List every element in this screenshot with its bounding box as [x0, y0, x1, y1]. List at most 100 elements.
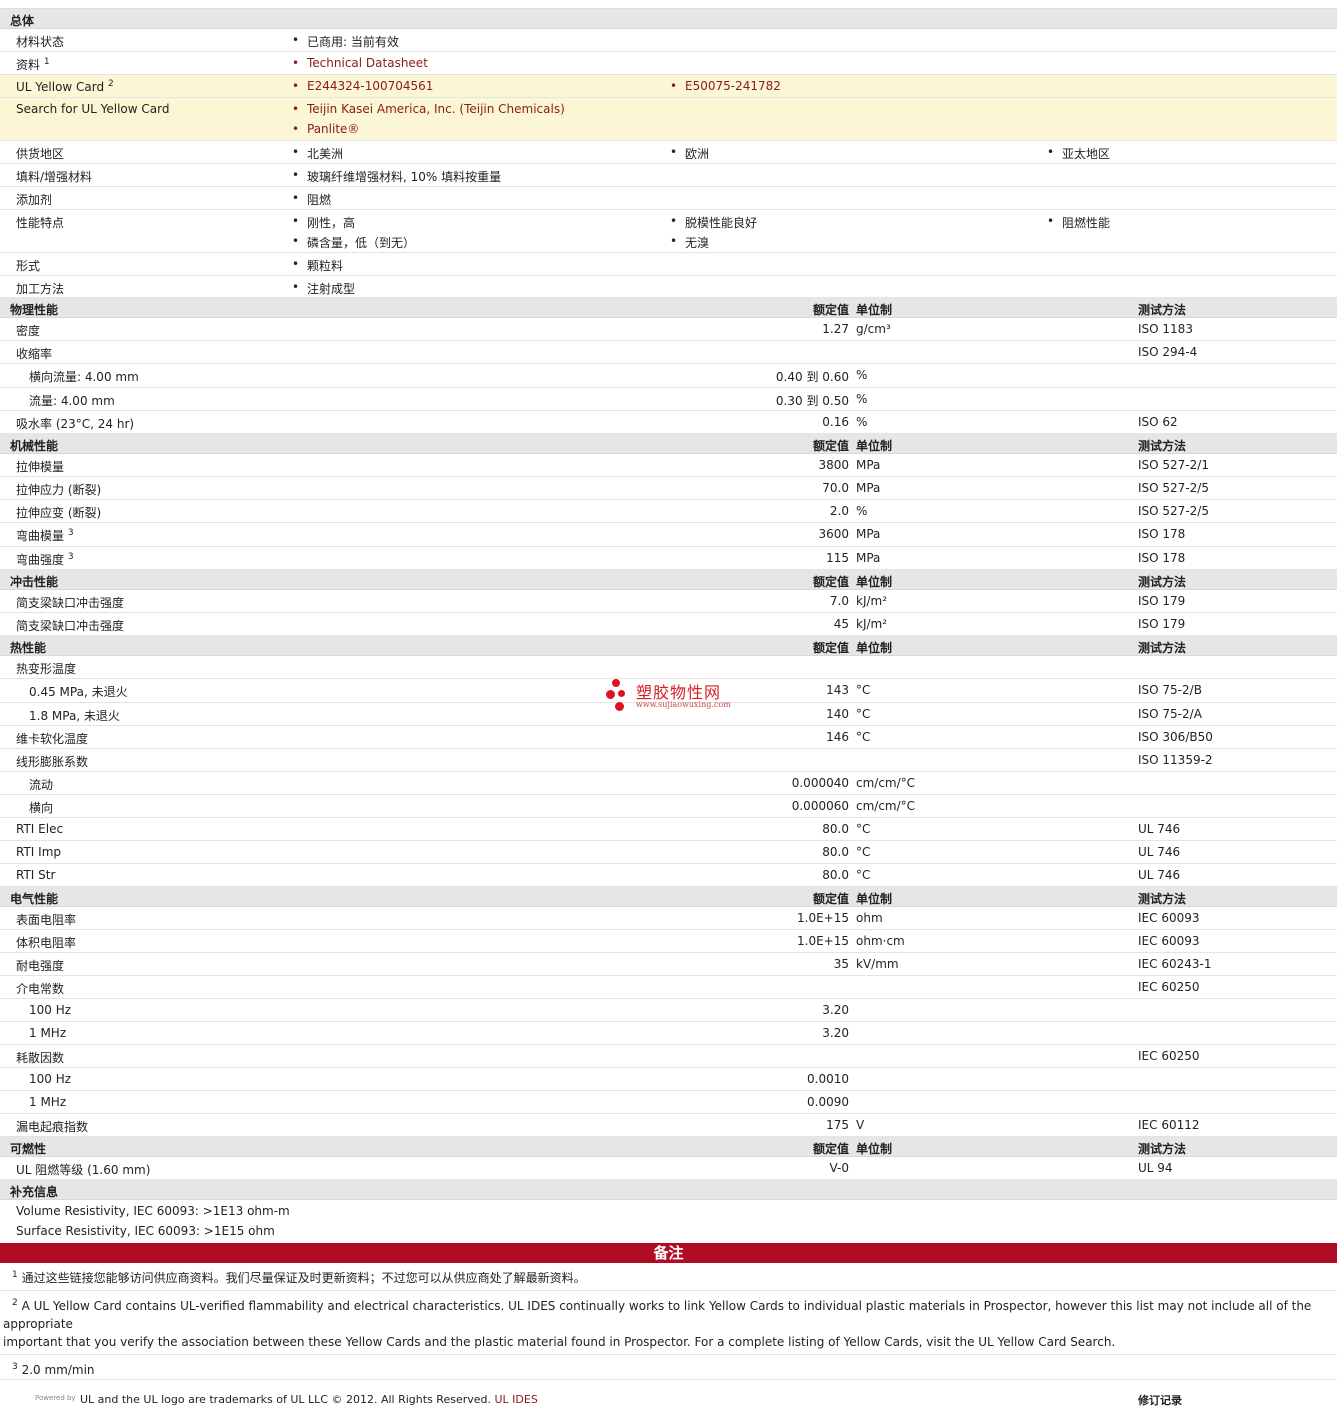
- ul-ides-link[interactable]: UL IDES: [495, 1393, 538, 1406]
- property-row: 线形膨胀系数 ISO 11359-2: [0, 749, 1337, 772]
- property-row: 吸水率 (23°C, 24 hr) 0.16% ISO 62: [0, 411, 1337, 434]
- property-label: UL 阻燃等级 (1.60 mm): [16, 1163, 151, 1177]
- property-unit: g/cm³: [856, 322, 891, 336]
- property-row: 流量: 4.00 mm 0.30 到 0.50%: [0, 388, 1337, 411]
- property-value: 175: [826, 1118, 849, 1132]
- revision-history[interactable]: 修订记录: [1138, 1392, 1182, 1408]
- property-label: 100 Hz: [29, 1072, 72, 1086]
- property-row: 耗散因数 IEC 60250: [0, 1045, 1337, 1068]
- property-value: 3.20: [822, 1003, 849, 1017]
- property-row: 100 Hz 3.20: [0, 999, 1337, 1022]
- property-unit: cm/cm/°C: [856, 776, 916, 790]
- note-2: 2 A UL Yellow Card contains UL-verified …: [0, 1291, 1337, 1355]
- property-row: 密度 1.27 g/cm³ ISO 1183: [0, 318, 1337, 341]
- property-row: 拉伸模量 3800 MPa ISO 527-2/1: [0, 454, 1337, 477]
- property-value: 0.40 到 0.60: [775, 370, 849, 384]
- footer-text: UL and the UL logo are trademarks of UL …: [80, 1393, 538, 1406]
- technical-datasheet-link[interactable]: Technical Datasheet: [292, 56, 428, 70]
- header-unit: 单位制: [856, 892, 893, 906]
- property-value: 7.0: [829, 594, 849, 608]
- region-item: 欧洲: [670, 145, 709, 162]
- property-method: ISO 11359-2: [1138, 753, 1213, 767]
- property-unit: kV/mm: [856, 957, 899, 971]
- header-nominal: 额定值: [812, 303, 849, 317]
- property-label: 耐电强度: [16, 959, 65, 973]
- property-row: 体积电阻率 1.0E+15 ohm·cm IEC 60093: [0, 930, 1337, 953]
- property-value: 140: [826, 707, 849, 721]
- property-unit: ohm·cm: [856, 934, 905, 948]
- label: UL Yellow Card 2: [16, 79, 114, 94]
- section-title: 物理性能: [10, 303, 59, 317]
- label: 资料 1: [16, 57, 50, 72]
- property-label: 漏电起痕指数: [16, 1120, 89, 1134]
- property-label: 吸水率 (23°C, 24 hr): [16, 417, 135, 431]
- property-value: 3600: [818, 527, 849, 541]
- property-unit: °C: [856, 845, 871, 859]
- yellow-card-link-2[interactable]: E50075-241782: [670, 79, 781, 93]
- property-label: 100 Hz: [29, 1003, 72, 1017]
- property-row: 100 Hz 0.0010: [0, 1068, 1337, 1091]
- property-value: 1.27: [822, 322, 849, 336]
- property-row: 横向流量: 4.00 mm 0.40 到 0.60%: [0, 364, 1337, 388]
- property-method: ISO 527-2/5: [1138, 481, 1209, 495]
- property-value: 115: [826, 551, 849, 565]
- header-nominal: 额定值: [812, 641, 849, 655]
- property-row: 弯曲模量 3 3600 MPa ISO 178: [0, 523, 1337, 547]
- property-method: ISO 62: [1138, 415, 1178, 429]
- section-title: 热性能: [10, 641, 47, 655]
- property-row: 简支梁缺口冲击强度 45 kJ/m² ISO 179: [0, 613, 1337, 636]
- brand-link[interactable]: Panlite®: [292, 122, 360, 136]
- section-supplement: 补充信息: [0, 1180, 1337, 1200]
- feature-item: 磷含量，低（到无）: [292, 234, 415, 251]
- label: 添加剂: [16, 193, 53, 207]
- property-value: 146: [826, 730, 849, 744]
- property-unit: °C: [856, 730, 871, 744]
- header-unit: 单位制: [856, 439, 893, 453]
- section-impact: 冲击性能 额定值 单位制 测试方法: [0, 570, 1337, 590]
- filler-value: 玻璃纤维增强材料, 10% 填料按重量: [292, 168, 501, 185]
- section-flammability: 可燃性 额定值 单位制 测试方法: [0, 1137, 1337, 1157]
- property-label: 介电常数: [16, 982, 65, 996]
- property-label: 1 MHz: [29, 1026, 67, 1040]
- supplement-line: Surface Resistivity, IEC 60093: >1E15 oh…: [16, 1224, 275, 1238]
- property-method: IEC 60112: [1138, 1118, 1200, 1132]
- header-method: 测试方法: [1138, 303, 1187, 317]
- feature-item: 脱模性能良好: [670, 214, 757, 231]
- section-title: 机械性能: [10, 439, 59, 453]
- property-value: 80.0: [822, 822, 849, 836]
- header-unit: 单位制: [856, 303, 893, 317]
- property-unit: cm/cm/°C: [856, 799, 916, 813]
- property-method: ISO 178: [1138, 527, 1186, 541]
- header-method: 测试方法: [1138, 439, 1187, 453]
- property-method: UL 746: [1138, 845, 1181, 859]
- row-features: 性能特点 刚性，高 脱模性能良好 阻燃性能 磷含量，低（到无） 无溴: [0, 210, 1337, 253]
- datasheet: 总体 材料状态 已商用: 当前有效 资料 1 Technical Datashe…: [0, 0, 1337, 1410]
- property-value: 0.000040: [791, 776, 849, 790]
- watermark-logo: 塑胶物性网 www.sujiaowuxing.com: [606, 679, 756, 713]
- property-method: UL 746: [1138, 868, 1181, 882]
- label: 填料/增强材料: [16, 170, 93, 184]
- property-label: 密度: [16, 324, 41, 338]
- property-label: 简支梁缺口冲击强度: [16, 596, 125, 610]
- property-method: IEC 60250: [1138, 980, 1200, 994]
- property-value: 0.0010: [807, 1072, 849, 1086]
- property-label: RTI Elec: [16, 822, 64, 836]
- property-unit: kJ/m²: [856, 594, 888, 608]
- row-additive: 添加剂 阻燃: [0, 187, 1337, 210]
- property-value: 45: [833, 617, 849, 631]
- property-label: 弯曲强度 3: [16, 552, 74, 567]
- header-nominal: 额定值: [812, 1142, 849, 1156]
- label: 形式: [16, 259, 41, 273]
- supplier-link[interactable]: Teijin Kasei America, Inc. (Teijin Chemi…: [292, 102, 565, 116]
- yellow-card-link-1[interactable]: E244324-100704561: [292, 79, 433, 93]
- header-unit: 单位制: [856, 575, 893, 589]
- property-unit: °C: [856, 822, 871, 836]
- property-label: 拉伸应力 (断裂): [16, 483, 102, 497]
- header-unit: 单位制: [856, 641, 893, 655]
- property-label: 线形膨胀系数: [16, 755, 89, 769]
- property-label: 拉伸应变 (断裂): [16, 506, 102, 520]
- note-3: 3 2.0 mm/min: [0, 1355, 1337, 1380]
- header-method: 测试方法: [1138, 892, 1187, 906]
- watermark-url: www.sujiaowuxing.com: [636, 700, 731, 709]
- property-value: 1.0E+15: [797, 911, 849, 925]
